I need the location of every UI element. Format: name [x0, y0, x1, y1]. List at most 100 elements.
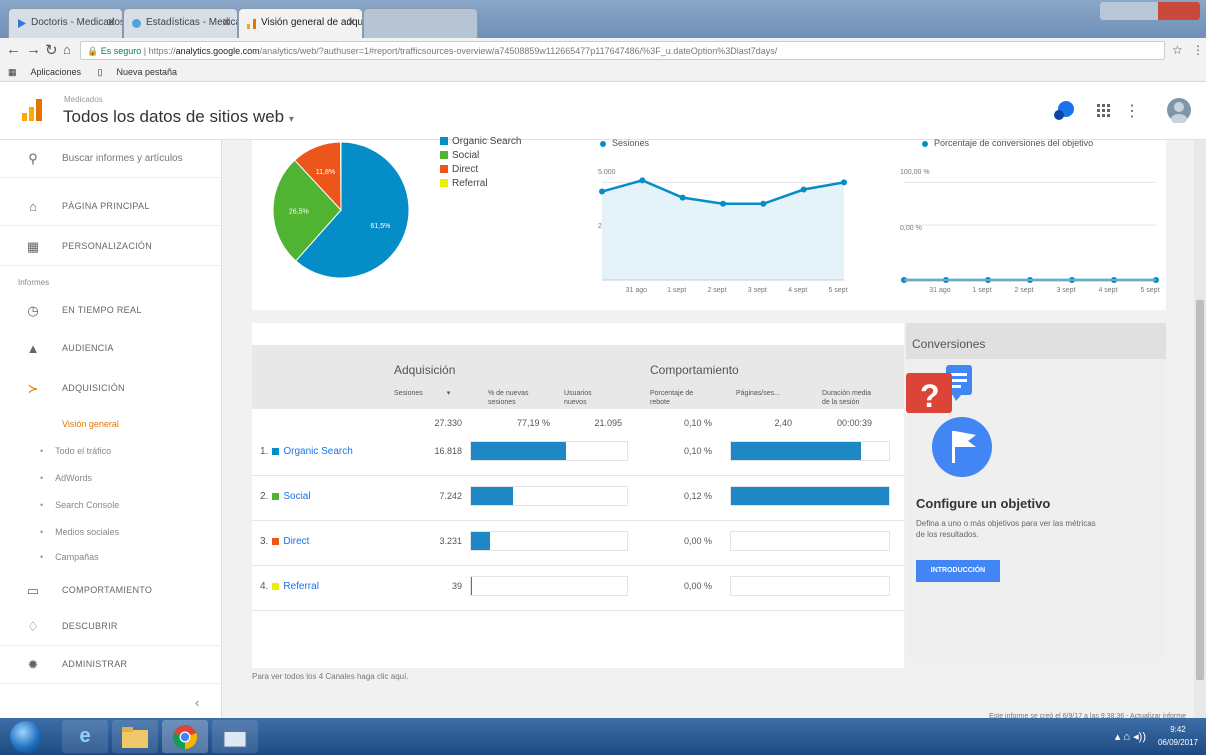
- channel-swatch: [272, 492, 280, 500]
- sidebar-item-discover[interactable]: ♢ DESCUBRIR: [0, 608, 222, 646]
- y-tick-label: 100,00 %: [900, 169, 930, 176]
- sessions-bar: [471, 532, 490, 550]
- scrollbar-thumb[interactable]: [1196, 300, 1204, 680]
- sessions-bar: [471, 487, 514, 505]
- x-tick-label: 31 ago: [626, 287, 648, 294]
- system-tray[interactable]: ▴ ⌂ ◂)): [1115, 730, 1146, 743]
- table-row: 4. Referral 39 0,00 %: [252, 566, 904, 611]
- back-icon[interactable]: ←: [6, 41, 21, 58]
- row-number: 4.: [260, 581, 269, 592]
- browser-menu-icon[interactable]: ⋮: [1192, 43, 1204, 57]
- channel-link[interactable]: 2. Social: [260, 491, 311, 502]
- browser-tab[interactable]: [363, 8, 478, 38]
- sidebar-subitem-overview[interactable]: Visión general: [62, 419, 119, 429]
- ie-taskbar-icon[interactable]: e: [62, 720, 108, 753]
- column-header-new-users[interactable]: Usuarios nuevos: [564, 389, 604, 407]
- start-button[interactable]: [10, 721, 42, 753]
- dropdown-icon: ▾: [288, 114, 294, 125]
- column-header-sessions[interactable]: Sesiones ▾: [394, 389, 450, 398]
- browser-tab[interactable]: Estadísticas - Medicados ✕: [123, 8, 238, 38]
- sidebar-item-label: ADQUISICIÓN: [62, 383, 125, 393]
- column-header-avg-duration[interactable]: Duración media de la sesión: [822, 389, 872, 407]
- x-tick-label: 4 sept: [1098, 287, 1117, 294]
- reload-icon[interactable]: ↻: [45, 41, 58, 59]
- bulb-icon: ♢: [27, 619, 39, 634]
- taskbar-clock[interactable]: 9:42 06/09/2017: [1158, 723, 1198, 749]
- sidebar-subitem-all-traffic[interactable]: Todo el tráfico: [40, 446, 111, 456]
- notifications-icon[interactable]: [1051, 98, 1077, 124]
- sidebar-subitem-adwords[interactable]: AdWords: [40, 473, 92, 483]
- legend-label: Social: [452, 150, 480, 161]
- browser-tab[interactable]: Doctoris - Medicados - ✕: [8, 8, 123, 38]
- channel-link[interactable]: 1. Organic Search: [260, 446, 353, 457]
- bookmark-new-tab[interactable]: Nueva pestaña: [117, 67, 178, 77]
- column-header-pages-session[interactable]: Páginas/ses...: [736, 389, 806, 398]
- total-bounce: 0,10 %: [683, 418, 712, 428]
- legend-item: Organic Search: [440, 136, 521, 147]
- sidebar-subitem-search-console[interactable]: Search Console: [40, 500, 119, 510]
- home-icon[interactable]: ⌂: [63, 42, 71, 57]
- channel-swatch: [272, 447, 280, 455]
- column-header-new-sessions[interactable]: % de nuevas sesiones: [488, 389, 538, 407]
- close-tab-icon[interactable]: ✕: [347, 16, 356, 29]
- chrome-taskbar-icon[interactable]: [162, 720, 208, 753]
- close-tab-icon[interactable]: ✕: [222, 16, 231, 29]
- get-started-button[interactable]: INTRODUCCIÓN: [916, 560, 1000, 582]
- apps-icon[interactable]: ▦: [8, 67, 17, 77]
- row-number: 1.: [260, 446, 269, 457]
- channel-name: Direct: [283, 536, 310, 547]
- sidebar-section-label: Informes: [18, 278, 50, 287]
- x-tick-label: 2 sept: [707, 287, 726, 294]
- sidebar-subitem-campaigns[interactable]: Campañas: [40, 552, 99, 562]
- data-point[interactable]: [760, 200, 767, 207]
- sessions-chart-legend: Sesiones: [600, 138, 649, 148]
- data-point[interactable]: [639, 177, 646, 184]
- sidebar-search[interactable]: ⚲ Buscar informes y artículos: [0, 140, 222, 178]
- apps-grid-icon[interactable]: [1096, 103, 1112, 119]
- sidebar-item-audience[interactable]: ▲ AUDIENCIA: [0, 330, 222, 368]
- sidebar-item-admin[interactable]: ✹ ADMINISTRAR: [0, 646, 222, 684]
- more-menu-icon[interactable]: ⋮: [1124, 101, 1140, 121]
- legend-label: Referral: [452, 178, 488, 189]
- data-point[interactable]: [800, 186, 807, 193]
- table-row: 1. Organic Search 16.818 0,10 %: [252, 431, 904, 476]
- forward-icon[interactable]: →: [26, 41, 41, 58]
- bounce-bar: [731, 442, 861, 460]
- star-icon[interactable]: ☆: [1172, 43, 1183, 57]
- app-taskbar-icon[interactable]: [212, 720, 258, 753]
- sidebar-subitem-social[interactable]: Medios sociales: [40, 527, 119, 537]
- page-scrollbar[interactable]: [1194, 140, 1206, 718]
- column-header-bounce-rate[interactable]: Porcentaje de rebote: [650, 389, 710, 407]
- ga-header: Medicados Todos los datos de sitios web …: [0, 82, 1206, 140]
- data-point[interactable]: [841, 179, 847, 186]
- bookmark-apps[interactable]: Aplicaciones: [31, 67, 82, 77]
- url-field[interactable]: 🔒 Es seguro | https://analytics.google.c…: [80, 41, 1165, 60]
- channel-link[interactable]: 4. Referral: [260, 581, 319, 592]
- close-tab-icon[interactable]: ✕: [107, 16, 116, 29]
- avatar[interactable]: [1166, 97, 1192, 123]
- conversions-description: Defina a uno o más objetivos para ver la…: [916, 519, 1096, 539]
- data-point[interactable]: [599, 188, 605, 195]
- person-icon: ▲: [26, 341, 40, 356]
- browser-tab-active[interactable]: Visión general de adqui ✕: [238, 8, 363, 38]
- window-controls[interactable]: [1100, 2, 1200, 20]
- all-channels-link[interactable]: Para ver todos los 4 Canales haga clic a…: [252, 672, 409, 681]
- bounce-value: 0,00 %: [683, 536, 712, 546]
- sidebar-item-realtime[interactable]: ◷ EN TIEMPO REAL: [0, 292, 222, 330]
- view-selector[interactable]: Todos los datos de sitios web ▾: [63, 107, 294, 127]
- analytics-logo-icon: [22, 99, 42, 121]
- data-point[interactable]: [720, 200, 726, 207]
- window-close-button[interactable]: [1158, 2, 1200, 20]
- channel-link[interactable]: 3. Direct: [260, 536, 309, 547]
- x-tick-label: 31 ago: [929, 287, 951, 294]
- sidebar-item-acquisition[interactable]: ≻ ADQUISICIÓN: [0, 370, 222, 408]
- sidebar-item-home[interactable]: ⌂ PÁGINA PRINCIPAL: [0, 188, 222, 226]
- total-new-users: 21.095: [594, 418, 622, 428]
- sidebar-item-behavior[interactable]: ▭ COMPORTAMIENTO: [0, 572, 222, 610]
- sidebar-item-customization[interactable]: ▦ PERSONALIZACIÓN: [0, 228, 222, 266]
- explorer-taskbar-icon[interactable]: [112, 720, 158, 753]
- x-tick-label: 1 sept: [972, 287, 991, 294]
- folder-icon: [122, 727, 148, 748]
- collapse-sidebar-icon[interactable]: ‹: [195, 695, 199, 710]
- data-point[interactable]: [679, 194, 686, 201]
